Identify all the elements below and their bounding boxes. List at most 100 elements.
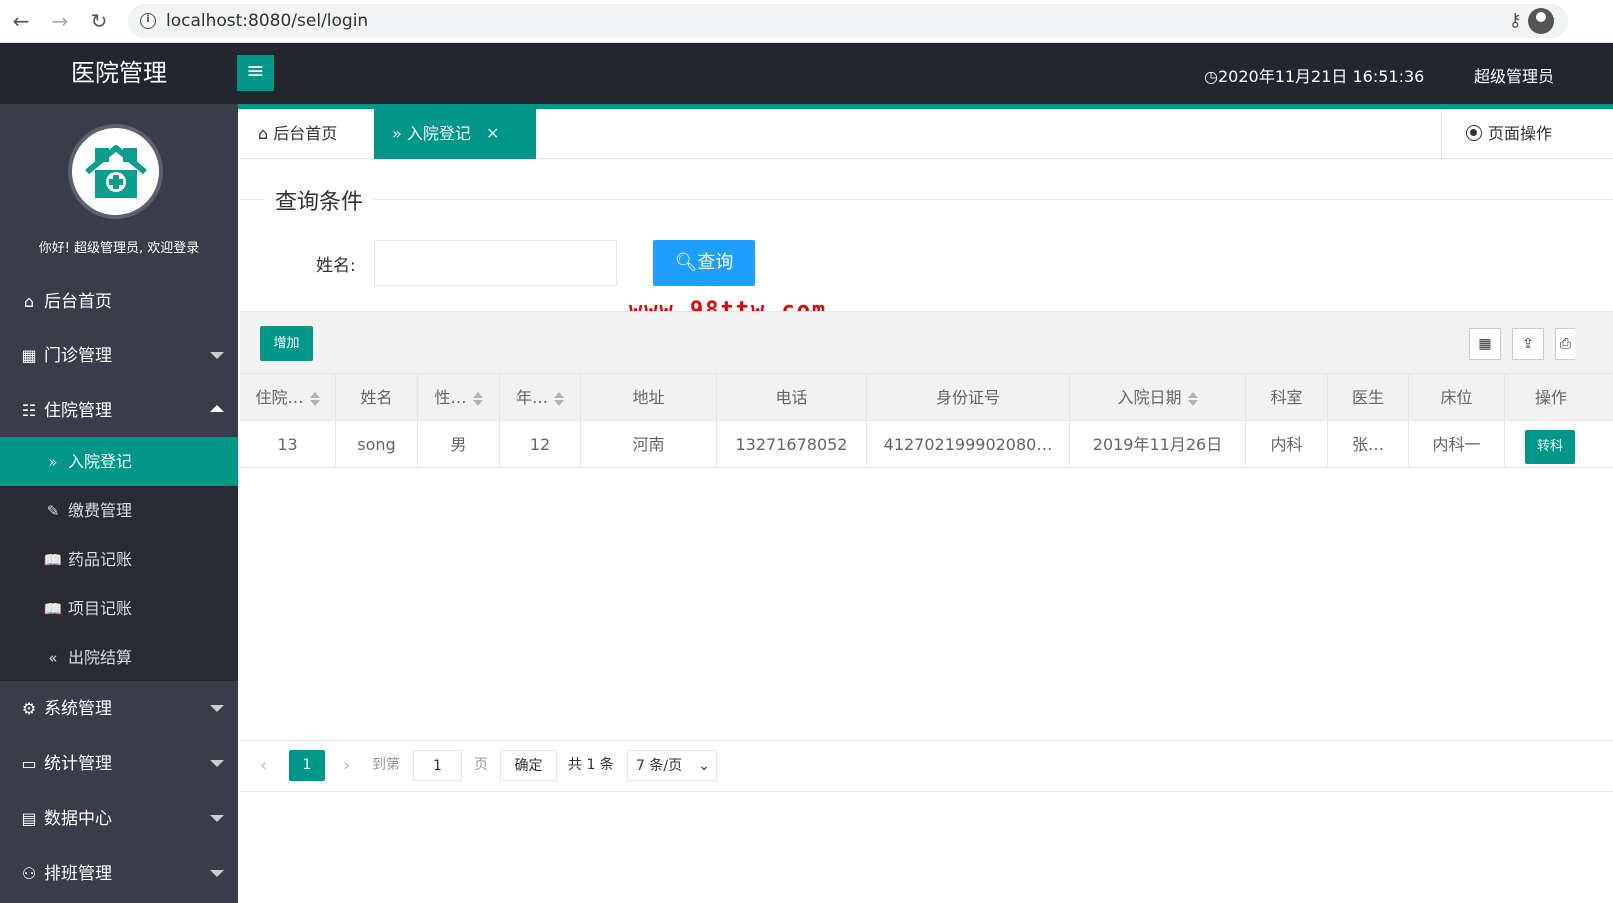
header-gender[interactable]: 性…: [418, 374, 500, 421]
search-button-label: 查询: [697, 252, 733, 273]
cell-admission-date: 2019年11月26日: [1070, 421, 1246, 468]
sidebar-item-statistics[interactable]: ▭统计管理: [0, 736, 238, 791]
fieldset-divider: [240, 199, 1613, 200]
cell-department: 内科: [1246, 421, 1328, 468]
header-age[interactable]: 年…: [500, 374, 581, 421]
profile-icon[interactable]: [1528, 8, 1554, 34]
header-actions: 操作: [1505, 374, 1613, 421]
name-input[interactable]: [374, 240, 617, 286]
header-doctor: 医生: [1328, 374, 1409, 421]
next-page-icon[interactable]: ›: [343, 750, 350, 781]
prev-page-icon[interactable]: ‹: [260, 750, 267, 781]
sidebar-item-inpatient[interactable]: ☷住院管理: [0, 383, 238, 438]
home-icon: ⌂: [258, 124, 268, 143]
header-bed: 床位: [1409, 374, 1505, 421]
sort-icon[interactable]: [554, 391, 564, 407]
tab-home[interactable]: ⌂ 后台首页: [240, 109, 374, 159]
header-admission-no[interactable]: 住院…: [240, 374, 336, 421]
sidebar-item-outpatient[interactable]: ▦门诊管理: [0, 328, 238, 383]
chevron-up-icon: [210, 405, 224, 412]
sidebar-item-label: 门诊管理: [44, 346, 112, 366]
url-text[interactable]: localhost:8080/sel/login: [166, 11, 368, 31]
sidebar-item-label: 统计管理: [44, 754, 112, 774]
sidebar-item-system[interactable]: ⚙系统管理: [0, 681, 238, 736]
pagination: ‹ 1 › 到第 1 页 确定 共 1 条 7 条/页 ⌄: [240, 740, 1613, 792]
data-table: 增加 ▦ ⇪ ⎙ 住院… 姓名 性… 年… 地址 电话 身份证号 入院日期 科室…: [240, 311, 1613, 791]
sidebar-subitem-label: 出院结算: [68, 648, 132, 667]
page-operations[interactable]: 页面操作: [1441, 109, 1613, 159]
tab-label: 入院登记: [407, 124, 471, 143]
welcome-text: 你好! 超级管理员, 欢迎登录: [0, 237, 238, 256]
columns-icon[interactable]: ▦: [1469, 328, 1501, 360]
cell-admission-no: 13: [240, 421, 336, 468]
page-size-select[interactable]: 7 条/页 ⌄: [627, 750, 717, 781]
address-bar[interactable]: i localhost:8080/sel/login ⚷ ☆: [128, 4, 1568, 38]
cell-phone: 13271678052: [717, 421, 867, 468]
cell-gender: 男: [418, 421, 500, 468]
home-icon: ⌂: [18, 274, 40, 329]
chevron-down-icon: [210, 870, 224, 877]
tab-admission[interactable]: » 入院登记 ✕: [374, 109, 536, 159]
datetime: ◷2020年11月21日 16:51:36: [1204, 63, 1424, 87]
menu-toggle-icon[interactable]: ≡: [237, 55, 274, 91]
header-address: 地址: [581, 374, 717, 421]
document-icon: ▤: [18, 791, 40, 846]
top-header: 医院管理 ≡ ◷2020年11月21日 16:51:36 超级管理员: [0, 43, 1613, 104]
app-title: 医院管理: [0, 43, 238, 104]
sidebar-subitem-item-billing[interactable]: 📖项目记账: [0, 584, 238, 633]
sidebar: 你好! 超级管理员, 欢迎登录 ⌂后台首页 ▦门诊管理 ☷住院管理 »入院登记 …: [0, 104, 238, 903]
sidebar-item-data-center[interactable]: ▤数据中心: [0, 791, 238, 846]
sort-icon[interactable]: [473, 391, 483, 407]
cell-doctor: 张…: [1328, 421, 1409, 468]
chevron-down-icon: [210, 760, 224, 767]
name-label: 姓名:: [316, 251, 356, 276]
search-button[interactable]: 🔍︎查询: [653, 240, 755, 286]
goto-label: 到第: [372, 750, 400, 781]
current-page[interactable]: 1: [289, 750, 325, 781]
print-icon[interactable]: ⎙: [1555, 328, 1575, 360]
sidebar-subitem-label: 药品记账: [68, 550, 132, 569]
user-label[interactable]: 超级管理员: [1474, 67, 1554, 86]
page-unit-label: 页: [474, 750, 488, 781]
book-icon: 📖: [42, 585, 64, 634]
confirm-button[interactable]: 确定: [500, 750, 557, 781]
user-menu[interactable]: 超级管理员: [1474, 63, 1554, 87]
browser-chrome: ← → ↻ i localhost:8080/sel/login ⚷ ☆: [0, 0, 1613, 43]
header-id-number: 身份证号: [867, 374, 1070, 421]
export-icon[interactable]: ⇪: [1512, 328, 1544, 360]
info-icon[interactable]: i: [140, 13, 156, 29]
sort-icon[interactable]: [310, 391, 320, 407]
sidebar-subitem-discharge[interactable]: «出院结算: [0, 633, 238, 682]
sort-icon[interactable]: [1188, 391, 1198, 407]
sidebar-item-scheduling[interactable]: ⚇排班管理: [0, 846, 238, 901]
chevron-down-icon: ⌄: [698, 751, 710, 782]
header-department: 科室: [1246, 374, 1328, 421]
cell-id-number: 412702199902080…: [867, 421, 1070, 468]
inpatient-submenu: »入院登记 ✎缴费管理 📖药品记账 📖项目记账 «出院结算: [0, 437, 238, 681]
close-icon[interactable]: ✕: [486, 124, 499, 143]
back-icon[interactable]: ←: [8, 8, 34, 34]
goto-page-input[interactable]: 1: [413, 750, 462, 781]
sidebar-item-label: 排班管理: [44, 864, 112, 884]
key-icon[interactable]: ⚷: [1509, 10, 1522, 31]
sidebar-subitem-drug-billing[interactable]: 📖药品记账: [0, 535, 238, 584]
table-toolbar: 增加 ▦ ⇪ ⎙: [240, 311, 1613, 374]
edit-icon: ✎: [42, 487, 64, 536]
forward-icon[interactable]: →: [47, 8, 73, 34]
sidebar-item-label: 数据中心: [44, 809, 112, 829]
page-size-value: 7 条/页: [636, 758, 682, 774]
add-button[interactable]: 增加: [260, 326, 313, 361]
gear-icon: ⚙: [18, 681, 40, 736]
sidebar-subitem-payment[interactable]: ✎缴费管理: [0, 486, 238, 535]
tab-label: 后台首页: [273, 124, 337, 143]
datetime-text: 2020年11月21日 16:51:36: [1218, 67, 1424, 86]
reload-icon[interactable]: ↻: [86, 8, 112, 34]
sidebar-subitem-admission[interactable]: »入院登记: [0, 437, 238, 486]
table-row[interactable]: 13 song 男 12 河南 13271678052 412702199902…: [240, 421, 1613, 468]
transfer-department-button[interactable]: 转科: [1525, 430, 1575, 464]
header-phone: 电话: [717, 374, 867, 421]
sidebar-item-home[interactable]: ⌂后台首页: [0, 274, 238, 329]
cell-name: song: [336, 421, 418, 468]
header-name: 姓名: [336, 374, 418, 421]
header-admission-date[interactable]: 入院日期: [1070, 374, 1246, 421]
